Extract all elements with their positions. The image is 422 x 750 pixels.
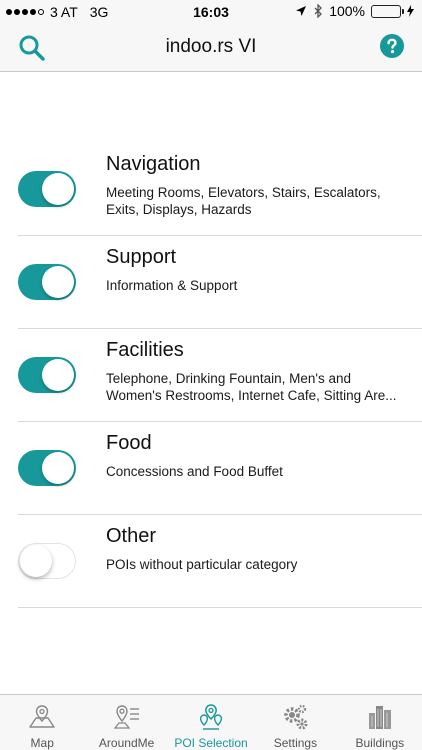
poi-description-line: Meeting Rooms, Elevators, Stairs, Escala… bbox=[106, 185, 381, 200]
poi-description-line: Women's Restrooms, Internet Cafe, Sittin… bbox=[106, 388, 397, 403]
poi-row-support: Support Information & Support bbox=[0, 236, 422, 329]
poi-description: Telephone, Drinking Fountain, Men's and … bbox=[106, 370, 406, 404]
tab-aroundme[interactable]: AroundMe bbox=[84, 695, 168, 750]
tab-poi-selection[interactable]: POI Selection bbox=[169, 695, 253, 750]
tab-map[interactable]: Map bbox=[0, 695, 84, 750]
toggle-knob bbox=[42, 359, 74, 391]
toggle-knob bbox=[42, 266, 74, 298]
row-divider bbox=[18, 607, 422, 608]
poi-title: Navigation bbox=[106, 153, 201, 175]
map-icon bbox=[29, 705, 55, 728]
tab-buildings[interactable]: Buildings bbox=[338, 695, 422, 750]
poi-row-facilities: Facilities Telephone, Drinking Fountain,… bbox=[0, 329, 422, 422]
poi-category-list: Navigation Meeting Rooms, Elevators, Sta… bbox=[0, 143, 422, 608]
location-arrow-icon bbox=[296, 6, 307, 16]
poi-row-food: Food Concessions and Food Buffet bbox=[0, 422, 422, 515]
poi-description-line: Concessions and Food Buffet bbox=[106, 464, 283, 479]
gears-icon bbox=[284, 704, 308, 730]
poi-title: Support bbox=[106, 246, 177, 268]
bluetooth-icon bbox=[314, 4, 323, 18]
poi-description: Information & Support bbox=[106, 277, 406, 294]
battery-percent: 100% bbox=[329, 3, 365, 19]
tab-label: AroundMe bbox=[98, 736, 155, 750]
status-right: 100% bbox=[295, 3, 414, 19]
other-toggle[interactable] bbox=[18, 543, 76, 579]
food-toggle[interactable] bbox=[18, 450, 76, 486]
poi-description: POIs without particular category bbox=[106, 556, 406, 573]
navigation-toggle[interactable] bbox=[18, 171, 76, 207]
toggle-knob bbox=[42, 173, 74, 205]
facilities-toggle[interactable] bbox=[18, 357, 76, 393]
poi-description-line: Telephone, Drinking Fountain, Men's and bbox=[106, 371, 351, 386]
tab-label: POI Selection bbox=[174, 736, 248, 750]
around-me-icon bbox=[113, 705, 139, 729]
poi-description-line: POIs without particular category bbox=[106, 557, 298, 572]
status-bar: 3 AT 3G 16:03 100% bbox=[0, 0, 422, 24]
charging-bolt-icon bbox=[407, 5, 414, 17]
poi-description: Concessions and Food Buffet bbox=[106, 463, 406, 480]
poi-selection-icon bbox=[199, 704, 223, 730]
poi-title: Other bbox=[106, 525, 157, 547]
toggle-knob bbox=[20, 545, 52, 577]
page-title: indoo.rs VI bbox=[165, 36, 257, 57]
poi-description-line: Information & Support bbox=[106, 278, 238, 293]
tab-label: Map bbox=[30, 736, 54, 750]
poi-description: Meeting Rooms, Elevators, Stairs, Escala… bbox=[106, 184, 406, 218]
navigation-bar: indoo.rs VI bbox=[0, 24, 422, 72]
poi-description-line: Exits, Displays, Hazards bbox=[106, 202, 252, 217]
tab-label: Buildings bbox=[355, 736, 405, 750]
poi-row-navigation: Navigation Meeting Rooms, Elevators, Sta… bbox=[0, 143, 422, 236]
poi-title: Food bbox=[106, 432, 152, 454]
tab-settings[interactable]: Settings bbox=[253, 695, 337, 750]
poi-row-other: Other POIs without particular category bbox=[0, 515, 422, 608]
buildings-icon bbox=[368, 706, 391, 729]
support-toggle[interactable] bbox=[18, 264, 76, 300]
poi-title: Facilities bbox=[106, 339, 184, 361]
tab-bar: Map AroundMe POI Selection Settings Buil… bbox=[0, 694, 422, 750]
toggle-knob bbox=[42, 452, 74, 484]
tab-label: Settings bbox=[273, 736, 318, 750]
help-icon[interactable] bbox=[380, 34, 404, 58]
battery-icon bbox=[371, 4, 404, 18]
